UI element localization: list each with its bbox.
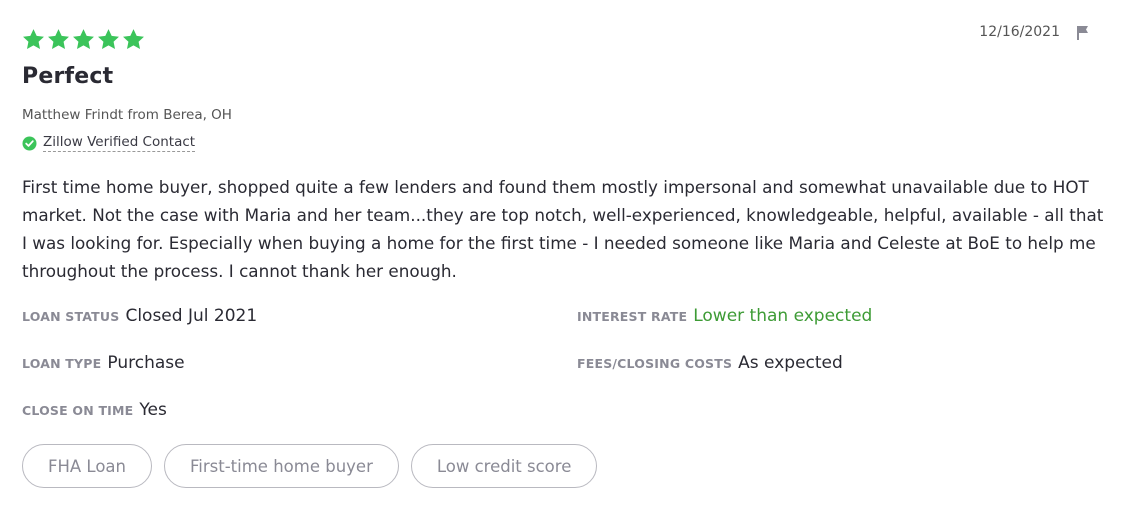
reviewer-name: Matthew Frindt from Berea, OH	[22, 107, 232, 123]
detail-loan-type: LOAN TYPE Purchase	[22, 353, 185, 373]
star-icon	[22, 28, 45, 51]
tag-low-credit-score[interactable]: Low credit score	[410, 444, 598, 488]
detail-label: CLOSE ON TIME	[22, 403, 134, 418]
star-icon	[122, 28, 145, 51]
star-icon	[72, 28, 95, 51]
detail-label: LOAN STATUS	[22, 309, 120, 324]
verified-contact-link[interactable]: Zillow Verified Contact	[43, 134, 196, 152]
detail-value: As expected	[738, 353, 843, 373]
detail-value: Purchase	[107, 353, 185, 373]
detail-label: FEES/CLOSING COSTS	[577, 356, 733, 371]
detail-value: Closed Jul 2021	[125, 306, 258, 326]
star-rating	[22, 28, 145, 51]
review-date: 12/16/2021	[979, 24, 1060, 40]
date-row: 12/16/2021	[979, 24, 1090, 40]
detail-label: LOAN TYPE	[22, 356, 102, 371]
flag-icon[interactable]	[1076, 25, 1090, 40]
tag-list: FHA Loan First-time home buyer Low credi…	[22, 444, 598, 488]
review-card: 12/16/2021 Perfect Matthew Frindt from B…	[0, 0, 1128, 519]
detail-fees: FEES/CLOSING COSTS As expected	[577, 353, 843, 373]
check-circle-icon	[22, 136, 37, 151]
tag-first-time-home-buyer[interactable]: First-time home buyer	[164, 444, 399, 488]
detail-close-on-time: CLOSE ON TIME Yes	[22, 400, 167, 420]
detail-value: Yes	[139, 400, 167, 420]
detail-interest-rate: INTEREST RATE Lower than expected	[577, 306, 872, 326]
review-body: First time home buyer, shopped quite a f…	[22, 177, 1104, 281]
review-title: Perfect	[22, 64, 114, 89]
detail-value: Lower than expected	[693, 306, 873, 326]
detail-label: INTEREST RATE	[577, 309, 688, 324]
star-icon	[97, 28, 120, 51]
detail-loan-status: LOAN STATUS Closed Jul 2021	[22, 306, 257, 326]
star-icon	[47, 28, 70, 51]
tag-fha-loan[interactable]: FHA Loan	[22, 444, 152, 488]
verified-contact: Zillow Verified Contact	[22, 134, 196, 152]
